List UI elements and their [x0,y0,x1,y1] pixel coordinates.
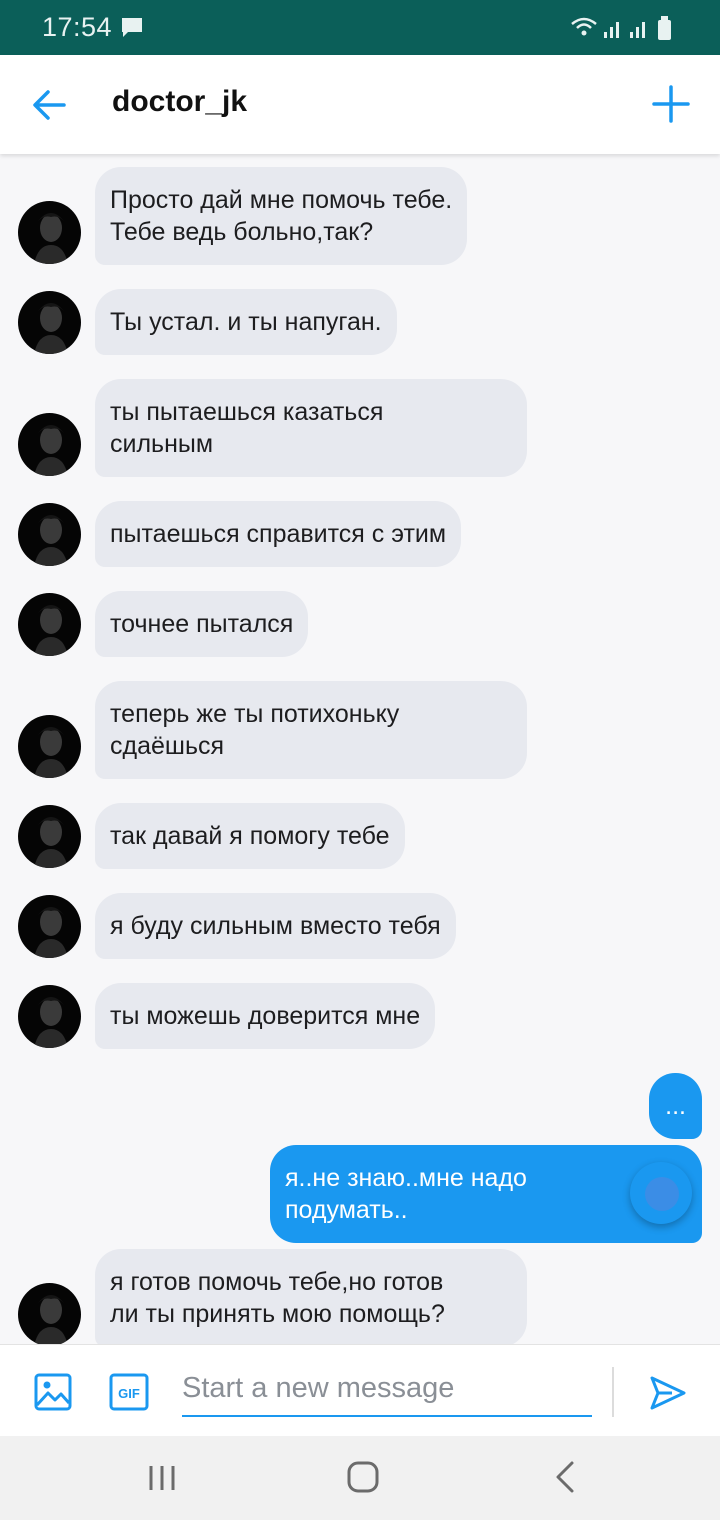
avatar-portrait-icon [34,727,68,778]
message-text: сильным [110,430,214,458]
incoming-message-bubble[interactable]: теперь же ты потихоньку сдаёшься [95,681,527,779]
incoming-message-bubble[interactable]: так давай я помогу тебе [95,803,405,869]
avatar-portrait-icon [34,303,68,354]
avatar-portrait-icon [34,213,68,264]
incoming-message-bubble[interactable]: Просто дай мне помочь тебе. Тебе ведь бо… [95,167,468,265]
image-icon[interactable] [34,1373,72,1411]
floating-action-button[interactable] [630,1162,692,1224]
message-text: я буду сильным вместо тебя [110,912,441,940]
contact-avatar[interactable] [18,805,81,868]
message-text: ты можешь доверится мне [110,1002,421,1030]
message-text: подумать.. [285,1196,408,1224]
outgoing-message-bubble[interactable]: ... [649,1073,702,1139]
gif-icon[interactable]: GIF [109,1373,149,1411]
message-text: теперь же ты потихоньку [110,700,400,728]
status-bar: 17:54 [0,0,720,55]
contact-avatar[interactable] [18,1283,81,1346]
contact-avatar[interactable] [18,715,81,778]
send-icon[interactable] [648,1373,688,1413]
contact-avatar[interactable] [18,413,81,476]
contact-avatar[interactable] [18,201,81,264]
avatar-portrait-icon [34,515,68,566]
message-text: ли ты принять мою помощь? [110,1300,445,1328]
message-text: так давай я помогу тебе [110,822,390,850]
system-navigation-bar [0,1436,720,1520]
incoming-message-bubble[interactable]: Ты устал. и ты напуган. [95,289,397,355]
fab-inner-circle [645,1177,679,1211]
message-input[interactable] [182,1361,592,1417]
message-text: я готов помочь тебе,но готов [110,1268,444,1296]
message-text: сдаёшься [110,732,225,760]
message-text: Тебе ведь больно,так? [110,218,374,246]
recent-apps-icon[interactable] [146,1464,178,1492]
incoming-message-bubble[interactable]: точнее пытался [95,591,309,657]
contact-avatar[interactable] [18,985,81,1048]
avatar-portrait-icon [34,817,68,868]
avatar-portrait-icon [34,425,68,476]
status-time: 17:54 [42,12,113,42]
message-text: я..не знаю..мне надо [285,1164,527,1192]
message-text: Ты устал. и ты напуган. [110,308,382,336]
composer-divider [612,1367,614,1417]
message-text: точнее пытался [110,610,294,638]
message-text: Просто дай мне помочь тебе. [110,186,453,214]
contact-avatar[interactable] [18,291,81,354]
back-arrow-icon[interactable] [28,85,72,125]
message-notification-icon [122,18,142,37]
incoming-message-bubble[interactable]: я буду сильным вместо тебя [95,893,456,959]
signal-battery-icons [571,16,671,40]
conversation-title: doctor_jk [112,85,248,118]
chat-header: doctor_jk [0,55,720,154]
incoming-message-bubble[interactable]: ты пытаешься казаться сильным [95,379,527,477]
back-icon[interactable] [552,1460,578,1494]
contact-avatar[interactable] [18,503,81,566]
contact-avatar[interactable] [18,593,81,656]
incoming-message-bubble[interactable]: я готов помочь тебе,но готов ли ты приня… [95,1249,527,1347]
incoming-message-bubble[interactable]: ты можешь доверится мне [95,983,436,1049]
avatar-portrait-icon [34,1295,68,1346]
message-composer: GIF [0,1344,720,1436]
home-icon[interactable] [346,1460,380,1494]
incoming-message-bubble[interactable]: пытаешься справится с этим [95,501,462,567]
message-text: ты пытаешься казаться [110,398,384,426]
avatar-portrait-icon [34,907,68,958]
message-text: пытаешься справится с этим [110,520,447,548]
gif-label: GIF [118,1386,140,1401]
message-text: ... [665,1092,686,1120]
avatar-portrait-icon [34,605,68,656]
plus-icon[interactable] [650,83,692,125]
contact-avatar[interactable] [18,895,81,958]
avatar-portrait-icon [34,997,68,1048]
